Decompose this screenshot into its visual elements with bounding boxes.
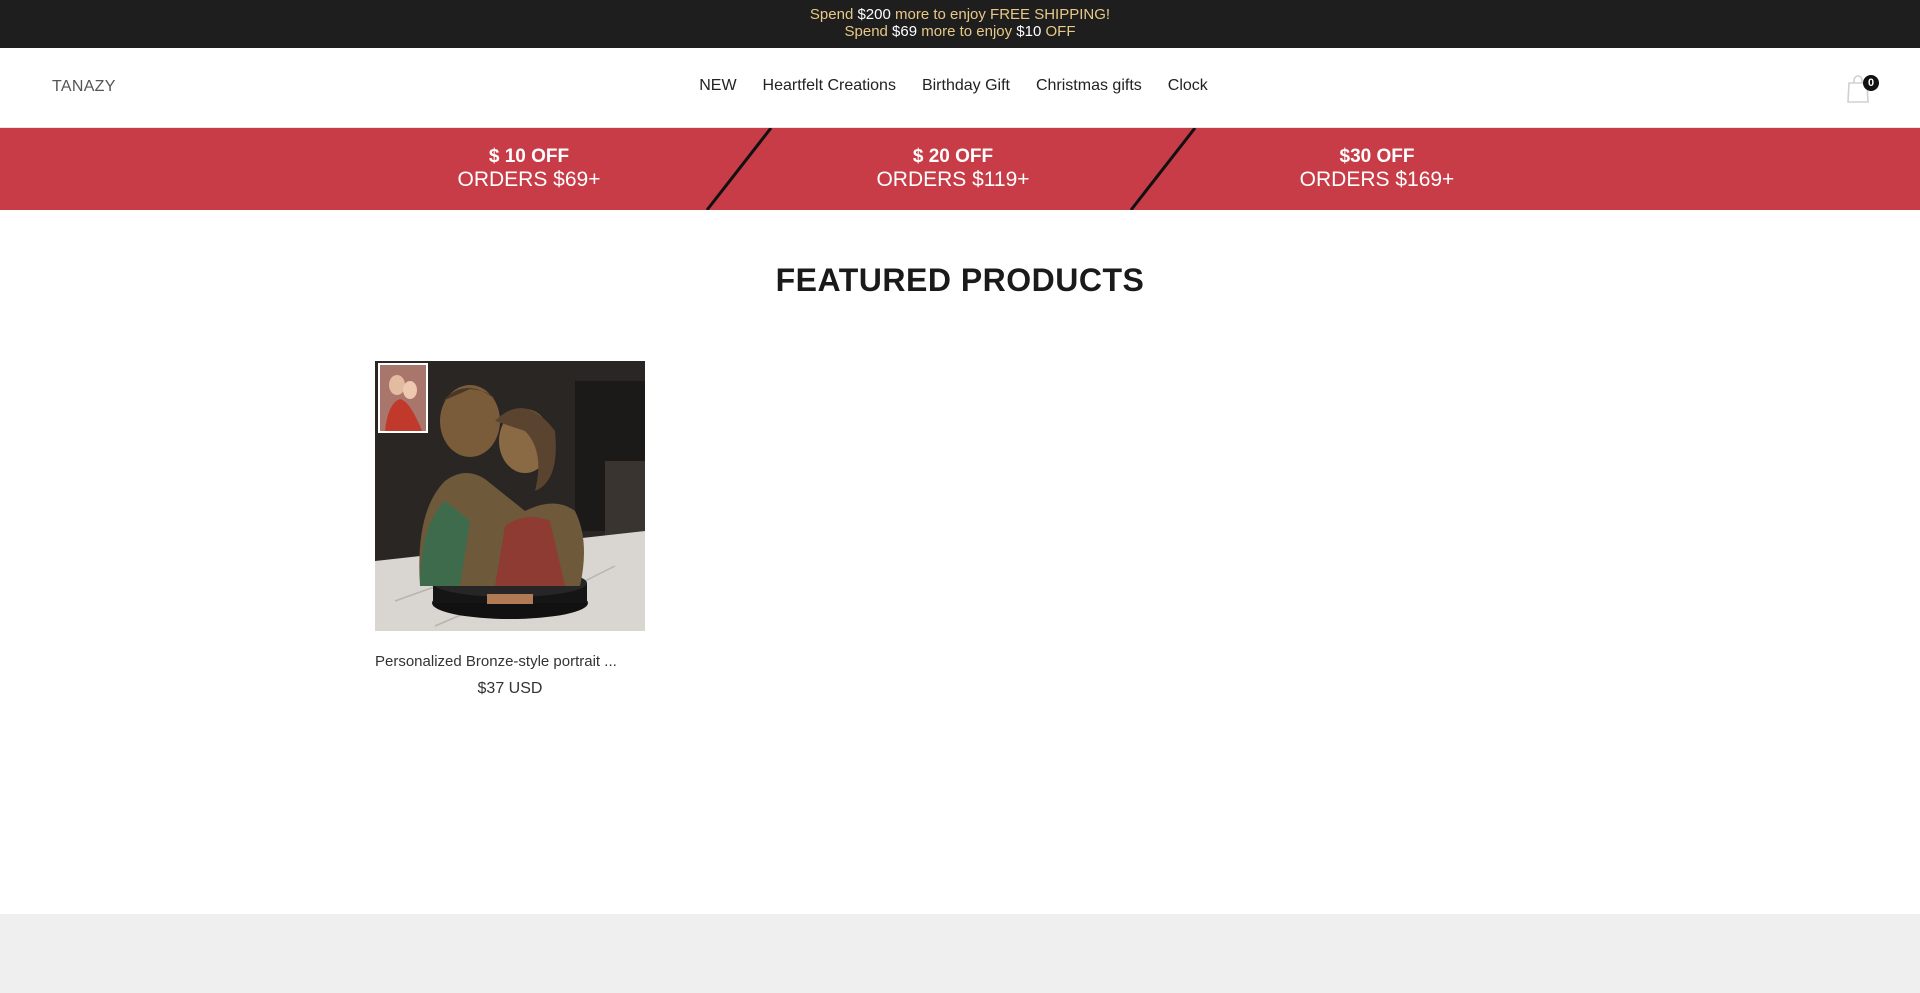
announcement-text: more to enjoy FREE SHIPPING! — [890, 6, 1111, 23]
announcement-text: more to enjoy — [917, 23, 1017, 40]
announcement-text: OFF — [1041, 23, 1076, 40]
footer — [0, 914, 1920, 993]
discount-threshold: ORDERS $169+ — [1299, 168, 1455, 191]
nav-item-birthday-gift[interactable]: Birthday Gift — [922, 77, 1010, 95]
discount-tier-1: $ 10 OFF ORDERS $69+ — [369, 146, 689, 192]
product-title[interactable]: Personalized Bronze-style portrait ... — [375, 653, 645, 670]
nav-item-new[interactable]: NEW — [699, 77, 736, 95]
discount-tier-2: $ 20 OFF ORDERS $119+ — [793, 146, 1113, 192]
announcement-amount: $10 — [1016, 23, 1042, 40]
section-title: FEATURED PRODUCTS — [775, 262, 1145, 298]
announcement-line-1: Spend $200 more to enjoy FREE SHIPPING! — [0, 6, 1920, 23]
discount-amount: $30 OFF — [1339, 146, 1415, 167]
announcement-bar: Spend $200 more to enjoy FREE SHIPPING! … — [0, 0, 1920, 48]
announcement-text: Spend — [809, 6, 858, 23]
nav-item-heartfelt-creations[interactable]: Heartfelt Creations — [763, 77, 896, 95]
announcement-line-2: Spend $69 more to enjoy $10 OFF — [0, 23, 1920, 40]
product-card[interactable]: Personalized Bronze-style portrait ... $… — [375, 361, 645, 698]
announcement-amount: $200 — [857, 6, 891, 23]
variant-thumbnail[interactable] — [378, 363, 428, 433]
nav-item-christmas-gifts[interactable]: Christmas gifts — [1036, 77, 1142, 95]
main-nav: NEW Heartfelt Creations Birthday Gift Chris… — [0, 77, 1920, 95]
product-image[interactable] — [375, 361, 645, 631]
cart-count-badge: 0 — [1863, 75, 1879, 91]
announcement-amount: $69 — [892, 23, 918, 40]
site-header: TANAZY NEW Heartfelt Creations Birthday Gi… — [0, 48, 1920, 128]
nav-item-clock[interactable]: Clock — [1168, 77, 1208, 95]
discount-amount: $ 20 OFF — [912, 146, 994, 167]
discount-banner[interactable]: $ 10 OFF ORDERS $69+ $ 20 OFF ORDERS $11… — [0, 128, 1920, 210]
product-price: $37 USD — [477, 680, 543, 697]
discount-tier-3: $30 OFF ORDERS $169+ — [1217, 146, 1537, 192]
discount-threshold: ORDERS $69+ — [457, 168, 601, 191]
announcement-text: Spend — [844, 23, 893, 40]
discount-amount: $ 10 OFF — [488, 146, 570, 167]
discount-threshold: ORDERS $119+ — [876, 168, 1030, 191]
